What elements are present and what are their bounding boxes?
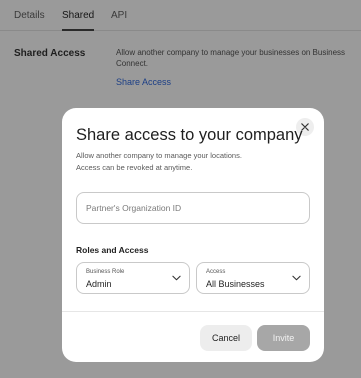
- dialog-description-line: Allow another company to manage your loc…: [76, 151, 242, 160]
- share-access-link[interactable]: Share Access: [116, 77, 171, 87]
- tab-shared[interactable]: Shared: [62, 10, 95, 31]
- chevron-down-icon: [172, 275, 181, 281]
- dialog-description-line: Access can be revoked at anytime.: [76, 163, 193, 172]
- footer-divider: [62, 311, 324, 312]
- partner-organization-id-input[interactable]: [76, 192, 310, 224]
- roles-section-title: Roles and Access: [76, 245, 149, 255]
- cancel-button[interactable]: Cancel: [200, 325, 252, 351]
- shared-access-label: Shared Access: [14, 48, 86, 59]
- access-label: Access: [206, 269, 226, 275]
- business-role-label: Business Role: [86, 269, 125, 275]
- shared-access-description: Allow another company to manage your bus…: [116, 48, 346, 68]
- dialog-description: Allow another company to manage your loc…: [76, 150, 306, 174]
- tab-bar: Details Shared API: [0, 0, 361, 31]
- invite-button[interactable]: Invite: [257, 325, 310, 351]
- access-value: All Businesses: [206, 279, 265, 289]
- share-access-dialog: Share access to your company Allow anoth…: [62, 108, 324, 362]
- chevron-down-icon: [292, 275, 301, 281]
- access-select[interactable]: Access All Businesses: [196, 262, 310, 294]
- tab-api[interactable]: API: [111, 10, 127, 21]
- tab-details[interactable]: Details: [14, 10, 45, 21]
- dialog-title: Share access to your company: [76, 126, 303, 144]
- business-role-select[interactable]: Business Role Admin: [76, 262, 190, 294]
- business-role-value: Admin: [86, 279, 112, 289]
